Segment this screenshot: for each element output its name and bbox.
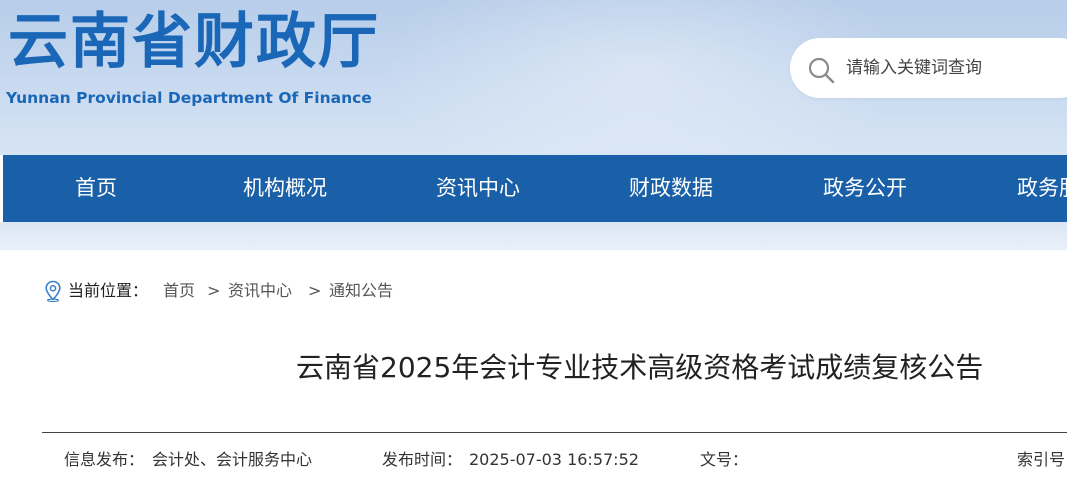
breadcrumb-separator: > [207,281,221,300]
content-band [0,222,1067,250]
breadcrumb-item-news[interactable]: 资讯中心 [228,279,292,303]
meta-doc-no-label: 文号： [700,450,749,469]
search-box[interactable]: 请输入关键词查询 [790,38,1067,98]
breadcrumb-item-notices[interactable]: 通知公告 [329,279,393,303]
breadcrumb-separator: > [308,281,322,300]
nav-item-disclosure[interactable]: 政务公开 [823,155,907,222]
nav-item-about[interactable]: 机构概况 [243,155,327,222]
nav-item-home[interactable]: 首页 [75,155,117,222]
meta-index-label: 索引号 [1017,450,1066,469]
main-nav: 首页 机构概况 资讯中心 财政数据 政务公开 政务服 [0,155,1067,222]
meta-time-label: 发布时间： [382,450,463,469]
meta-time-value: 2025-07-03 16:57:52 [469,450,639,469]
nav-item-services[interactable]: 政务服 [1017,155,1067,222]
nav-item-data[interactable]: 财政数据 [629,155,713,222]
nav-item-news[interactable]: 资讯中心 [436,155,520,222]
article-title: 云南省2025年会计专业技术高级资格考试成绩复核公告 [296,351,984,384]
location-pin-icon [45,280,61,302]
title-divider [42,432,1067,433]
site-logo-subtitle: Yunnan Provincial Department Of Finance [6,89,372,107]
meta-publisher-label: 信息发布： [64,450,145,469]
breadcrumb-item-home[interactable]: 首页 [163,279,195,303]
meta-publisher-value: 会计处、会计服务中心 [152,450,313,469]
search-icon[interactable] [806,55,836,85]
site-logo-title[interactable]: 云南省财政厅 [8,6,380,78]
site-header: 云南省财政厅 Yunnan Provincial Department Of F… [0,0,1067,155]
search-input[interactable]: 请输入关键词查询 [846,57,982,79]
nav-edge [0,155,3,222]
breadcrumb-label: 当前位置： [68,281,149,300]
